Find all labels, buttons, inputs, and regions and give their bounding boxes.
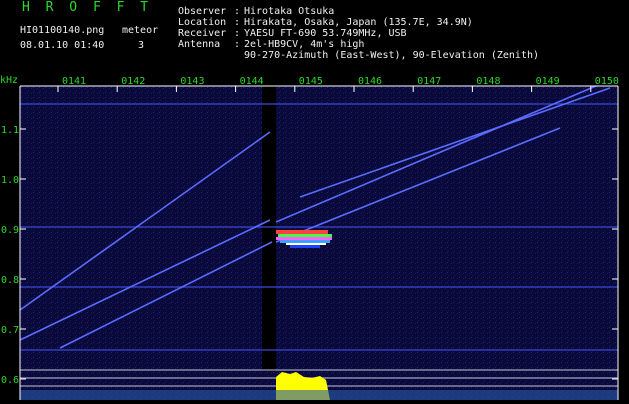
y-tick-label: 0.8 xyxy=(1,275,19,286)
mode-label: meteor xyxy=(122,25,159,36)
y-unit-label: kHz xyxy=(0,75,18,86)
y-tick-label: 1.1 xyxy=(1,125,19,136)
spectrogram: 0141 0142 0143 0144 0145 0146 0147 0148 0149 0150… xyxy=(0,72,629,400)
info-receiver: Receiver: YAESU FT-690 53.749MHz, USB xyxy=(178,28,407,39)
datetime-label: 08.01.10 01:40 xyxy=(20,40,105,51)
image-filename: HI01100140.png xyxy=(20,25,105,36)
x-tick-label: 0147 xyxy=(417,76,441,87)
x-tick-label: 0143 xyxy=(180,76,204,87)
spectrogram-canvas: 0141 0142 0143 0144 0145 0146 0147 0148 0149 0150… xyxy=(0,75,619,400)
info-observer: Observer: Hirotaka Otsuka xyxy=(178,6,335,17)
blanking-gap xyxy=(262,86,276,371)
y-tick-label: 0.9 xyxy=(1,225,19,236)
y-tick-label: 0.6 xyxy=(1,375,19,386)
app-title: H R O F F T xyxy=(22,0,153,15)
x-tick-labels: 0141 0142 0143 0144 0145 0146 0147 0148 0149 0150 xyxy=(62,76,619,87)
x-tick-label: 0145 xyxy=(299,76,323,87)
header-panel: H R O F F T HI01100140.png meteor 08.01.… xyxy=(0,0,629,72)
bottom-noise xyxy=(20,390,618,400)
info-antenna: Antenna:2el-HB9CV, 4m's high xyxy=(178,39,365,50)
y-tick-label: 1.0 xyxy=(1,175,19,186)
x-tick-label: 0148 xyxy=(476,76,500,87)
x-tick-label: 0149 xyxy=(536,76,560,87)
x-tick-label: 0142 xyxy=(121,76,145,87)
y-tick-label: 0.7 xyxy=(1,325,19,336)
x-tick-label: 0144 xyxy=(240,76,264,87)
info-location: Location: Hirakata, Osaka, Japan (135.7E,… xyxy=(178,17,473,28)
x-tick-label: 0141 xyxy=(62,76,86,87)
count-label: 3 xyxy=(138,40,145,51)
x-tick-label: 0146 xyxy=(358,76,382,87)
y-tick-labels: 1.1 1.0 0.9 0.8 0.7 0.6 xyxy=(1,125,19,386)
x-tick-label: 0150 xyxy=(595,76,619,87)
info-antenna-detail: 90-270-Azimuth (East-West), 90-Elevation… xyxy=(244,50,540,61)
